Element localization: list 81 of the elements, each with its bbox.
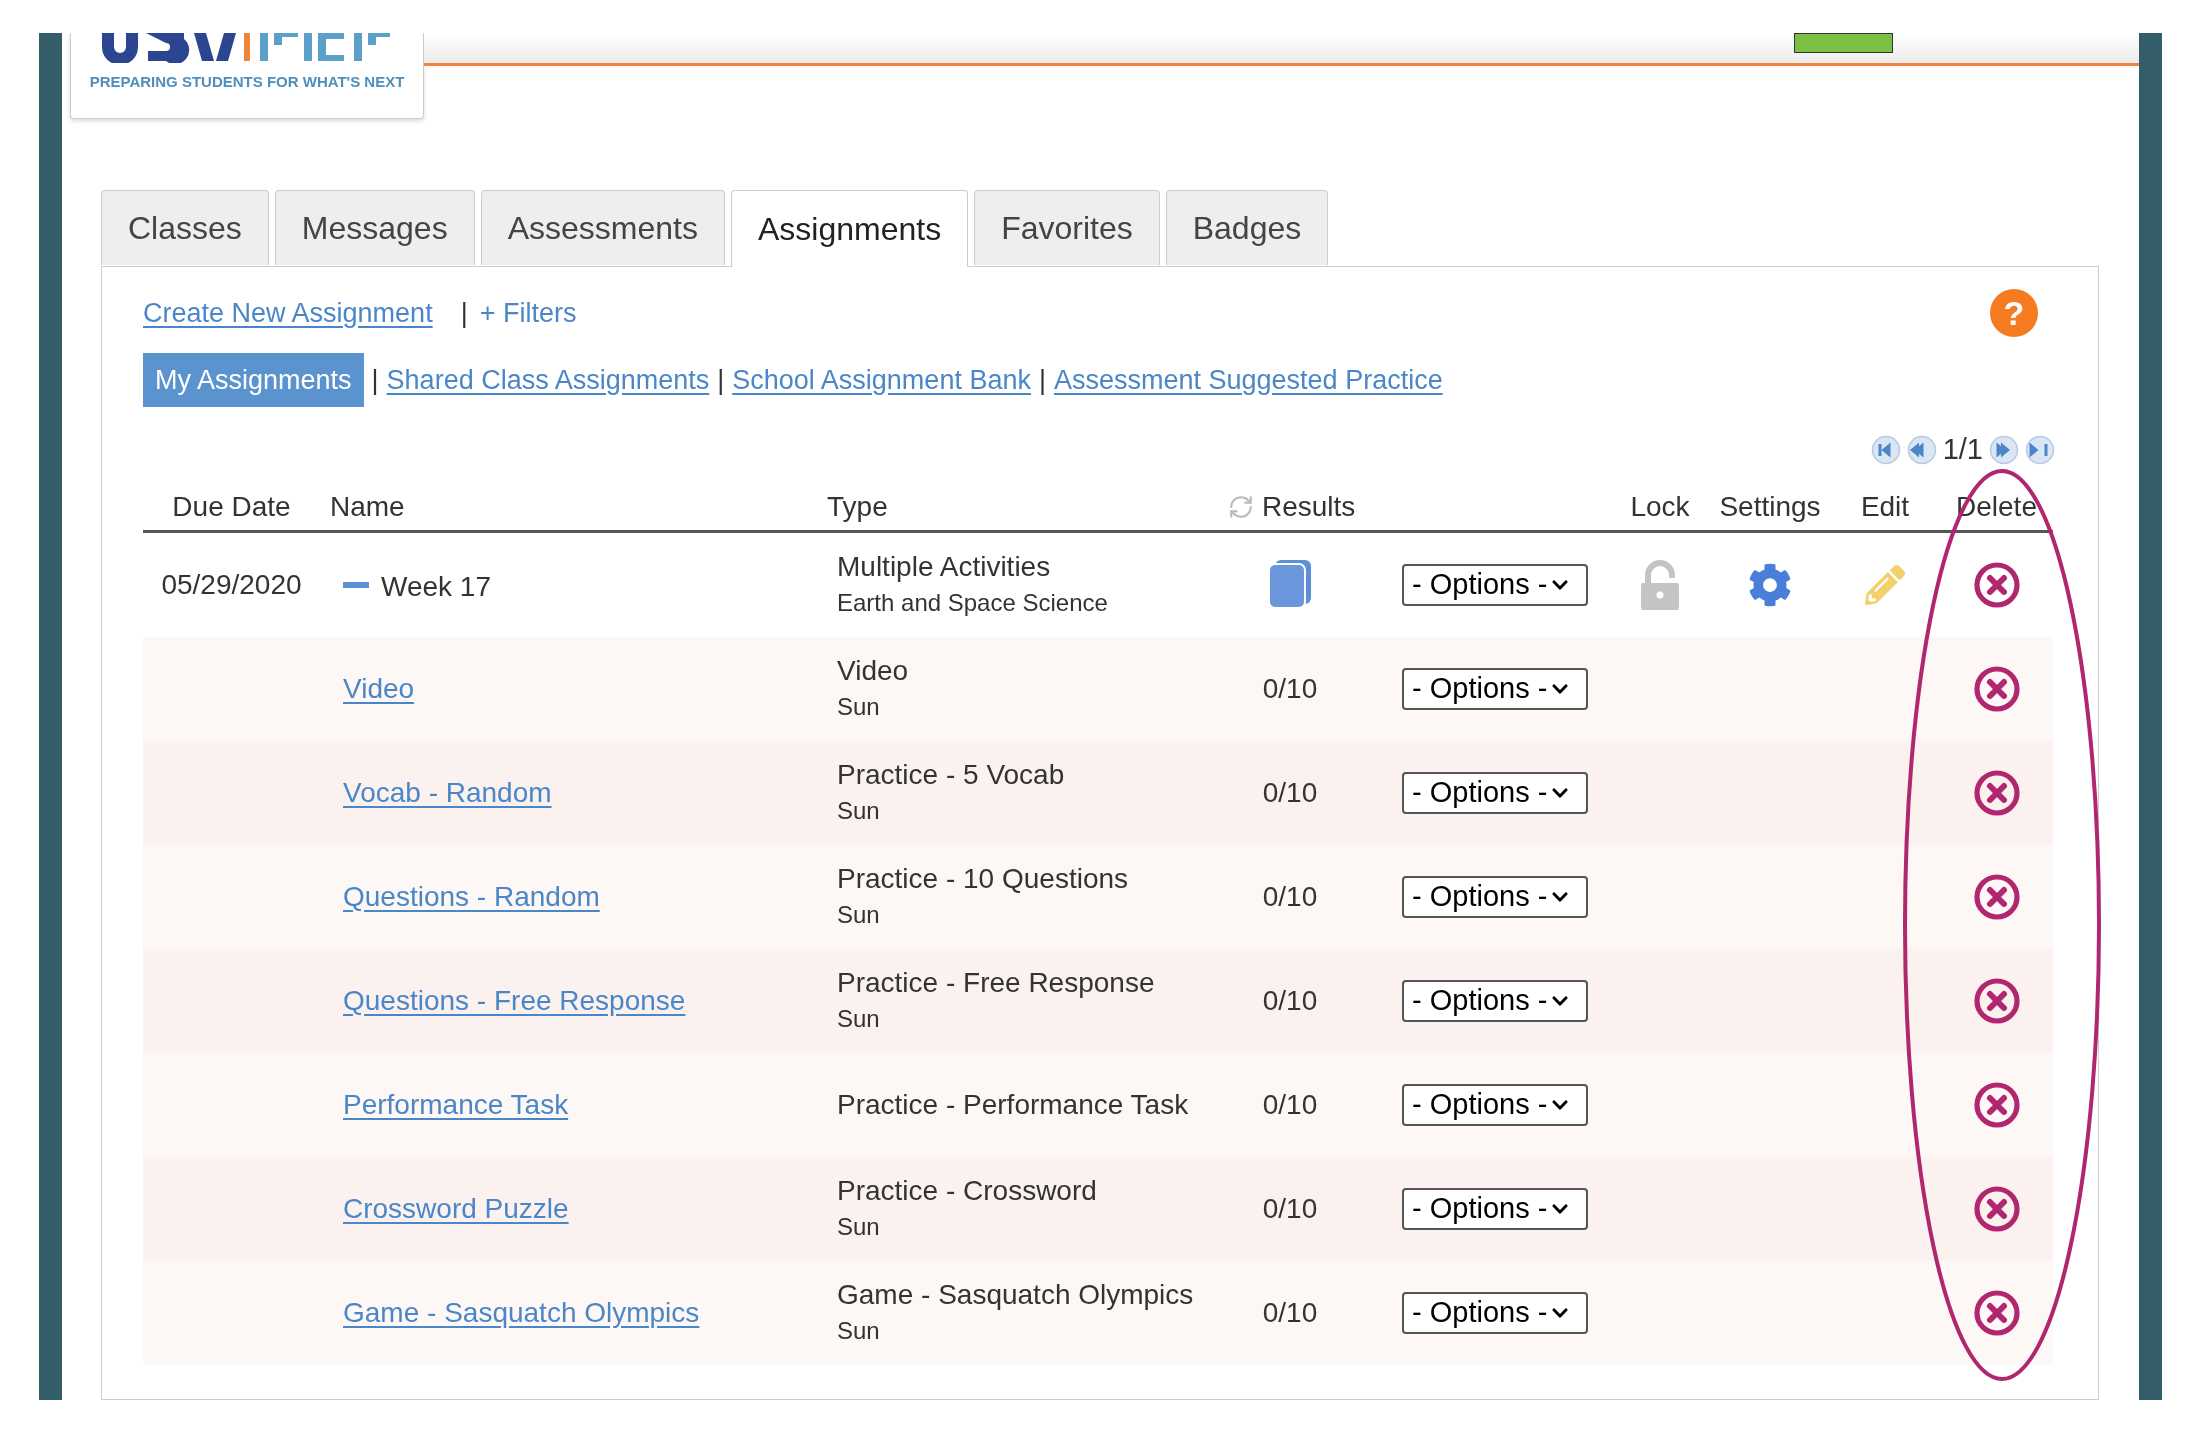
assignment-link[interactable]: Questions - Random: [343, 876, 600, 918]
view-link[interactable]: School Assignment Bank: [732, 359, 1031, 401]
assignment-link[interactable]: Crossword Puzzle: [343, 1188, 569, 1230]
column-header: Lock: [1630, 490, 1690, 524]
assignment-subject: Sun: [837, 692, 881, 722]
separator: |: [1038, 363, 1046, 397]
create-assignment-link[interactable]: Create New Assignment: [143, 292, 433, 334]
tab[interactable]: Badges: [1165, 190, 1329, 265]
assignment-link[interactable]: Game - Sasquatch Olympics: [343, 1292, 700, 1334]
assignment-subject: Sun: [837, 900, 881, 930]
separator: |: [371, 363, 379, 397]
next-page-button[interactable]: [1989, 435, 2019, 465]
results-count: 0/10: [1262, 880, 1318, 914]
options-dropdown[interactable]: - Options -: [1402, 1292, 1588, 1334]
results-count: 0/10: [1262, 776, 1318, 810]
results-count: 0/10: [1262, 672, 1318, 706]
delete-icon[interactable]: [1972, 977, 2021, 1025]
settings-icon[interactable]: [1748, 563, 1792, 607]
assignment-subject: Sun: [837, 1212, 881, 1242]
results-count: 0/10: [1262, 1088, 1318, 1122]
column-header: Type: [826, 490, 889, 524]
options-dropdown[interactable]: - Options -: [1402, 564, 1588, 606]
assignment-type: Game - Sasquatch Olympics: [837, 1278, 1195, 1312]
results-count: 0/10: [1262, 1296, 1318, 1330]
logo-tagline: PREPARING STUDENTS FOR WHAT'S NEXT: [89, 72, 405, 92]
assignment-link[interactable]: Questions - Free Response: [343, 980, 686, 1022]
group-name: Week 17: [381, 570, 491, 604]
assignment-link[interactable]: Video: [343, 668, 415, 710]
column-header: Results: [1262, 490, 1356, 524]
tab[interactable]: Classes: [101, 190, 269, 265]
tab[interactable]: Assessments: [480, 190, 725, 265]
options-dropdown[interactable]: - Options -: [1402, 668, 1588, 710]
column-header: Settings: [1719, 490, 1821, 524]
options-dropdown[interactable]: - Options -: [1402, 1084, 1588, 1126]
assignment-type: Practice - 5 Vocab: [837, 758, 1066, 792]
results-count: 0/10: [1262, 1192, 1318, 1226]
previous-page-button[interactable]: [1906, 435, 1937, 465]
due-date: 05/29/2020: [161, 568, 302, 602]
stacked-pages-icon[interactable]: [1267, 560, 1313, 610]
delete-icon[interactable]: [1972, 1185, 2021, 1233]
view-link[interactable]: My Assignments: [143, 353, 364, 407]
assignment-type: Practice - Free Response: [837, 966, 1156, 1000]
assignment-subject: Earth and Space Science: [837, 588, 1109, 618]
options-dropdown[interactable]: - Options -: [1402, 876, 1588, 918]
page-indicator: 1/1: [1942, 432, 1983, 468]
delete-icon[interactable]: [1972, 561, 2021, 609]
assignment-type: Practice - Crossword: [837, 1174, 1098, 1208]
assignment-link[interactable]: Performance Task: [343, 1084, 569, 1126]
assignment-type: Video: [837, 654, 910, 688]
column-header: Name: [329, 490, 406, 524]
delete-icon[interactable]: [1972, 873, 2021, 921]
options-dropdown[interactable]: - Options -: [1402, 980, 1588, 1022]
assignment-type: Multiple Activities: [837, 550, 1052, 584]
header-button[interactable]: [1794, 33, 1893, 53]
separator: |: [460, 296, 468, 330]
column-header: Due Date: [172, 490, 291, 524]
view-link[interactable]: Assessment Suggested Practice: [1053, 359, 1443, 401]
view-link[interactable]: Shared Class Assignments: [386, 359, 710, 401]
filters-link[interactable]: + Filters: [479, 292, 577, 334]
assignment-subject: Sun: [837, 1316, 881, 1346]
assignment-link[interactable]: Vocab - Random: [343, 772, 552, 814]
separator: |: [717, 363, 725, 397]
assignment-subject: Sun: [837, 1004, 881, 1034]
delete-icon[interactable]: [1972, 665, 2021, 713]
delete-icon[interactable]: [1972, 1081, 2021, 1129]
assignment-subject: Sun: [837, 796, 881, 826]
options-dropdown[interactable]: - Options -: [1402, 1188, 1588, 1230]
options-dropdown[interactable]: - Options -: [1402, 772, 1588, 814]
column-header: Edit: [1860, 490, 1910, 524]
delete-icon[interactable]: [1972, 769, 2021, 817]
logo[interactable]: PREPARING STUDENTS FOR WHAT'S NEXT: [70, 33, 424, 119]
tab[interactable]: Favorites: [974, 190, 1160, 265]
assignment-type: Practice - Performance Task: [837, 1088, 1190, 1122]
tab[interactable]: Messages: [274, 190, 475, 265]
help-button[interactable]: ?: [1990, 289, 2038, 337]
delete-icon[interactable]: [1972, 1289, 2021, 1337]
last-page-button[interactable]: [2025, 435, 2055, 465]
first-page-button[interactable]: [1870, 435, 1901, 465]
assignment-type: Practice - 10 Questions: [837, 862, 1130, 896]
tab[interactable]: Assignments: [730, 190, 969, 267]
results-count: 0/10: [1262, 984, 1318, 1018]
